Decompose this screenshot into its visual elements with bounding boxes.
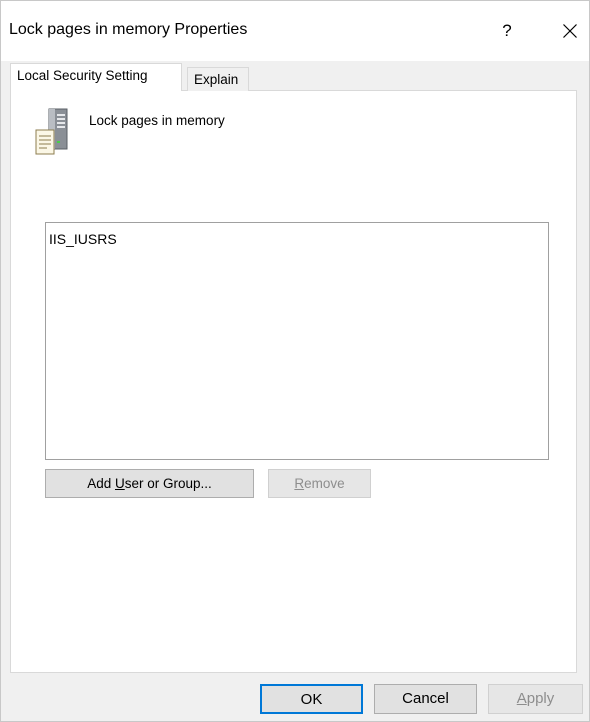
help-icon: ? <box>502 21 512 40</box>
button-accelerator: R <box>294 476 305 491</box>
button-label: OK <box>300 691 323 708</box>
apply-button[interactable]: Apply <box>488 684 583 714</box>
ok-button[interactable]: OK <box>260 684 363 714</box>
list-item[interactable]: IIS_IUSRS <box>49 231 117 247</box>
button-label: emove <box>304 476 345 491</box>
server-policy-icon <box>35 108 68 155</box>
properties-dialog: Lock pages in memory Properties ? Local … <box>0 0 590 722</box>
title-bar[interactable]: Lock pages in memory Properties ? <box>1 1 589 61</box>
tab-label: Local Security Setting <box>17 68 148 83</box>
accounts-listbox[interactable]: IIS_IUSRS <box>45 222 549 460</box>
close-button[interactable] <box>554 15 586 47</box>
button-label: Cancel <box>402 690 449 707</box>
add-user-or-group-button[interactable]: Add User or Group... <box>45 469 254 498</box>
tab-local-security-setting[interactable]: Local Security Setting <box>10 63 182 91</box>
button-accelerator: A <box>516 690 527 707</box>
remove-button[interactable]: Remove <box>268 469 371 498</box>
tab-explain[interactable]: Explain <box>187 67 249 91</box>
button-label: ser or Group... <box>124 476 212 491</box>
help-button[interactable]: ? <box>491 15 523 47</box>
tab-label: Explain <box>194 72 239 87</box>
button-accelerator: U <box>114 476 125 491</box>
policy-name: Lock pages in memory <box>89 113 225 128</box>
button-label: pply <box>526 690 555 707</box>
dialog-title: Lock pages in memory Properties <box>9 21 248 38</box>
tab-panel: Lock pages in memory IIS_IUSRS Add User … <box>10 90 577 673</box>
cancel-button[interactable]: Cancel <box>374 684 477 714</box>
close-icon <box>563 23 577 38</box>
button-label: Add <box>87 476 115 491</box>
